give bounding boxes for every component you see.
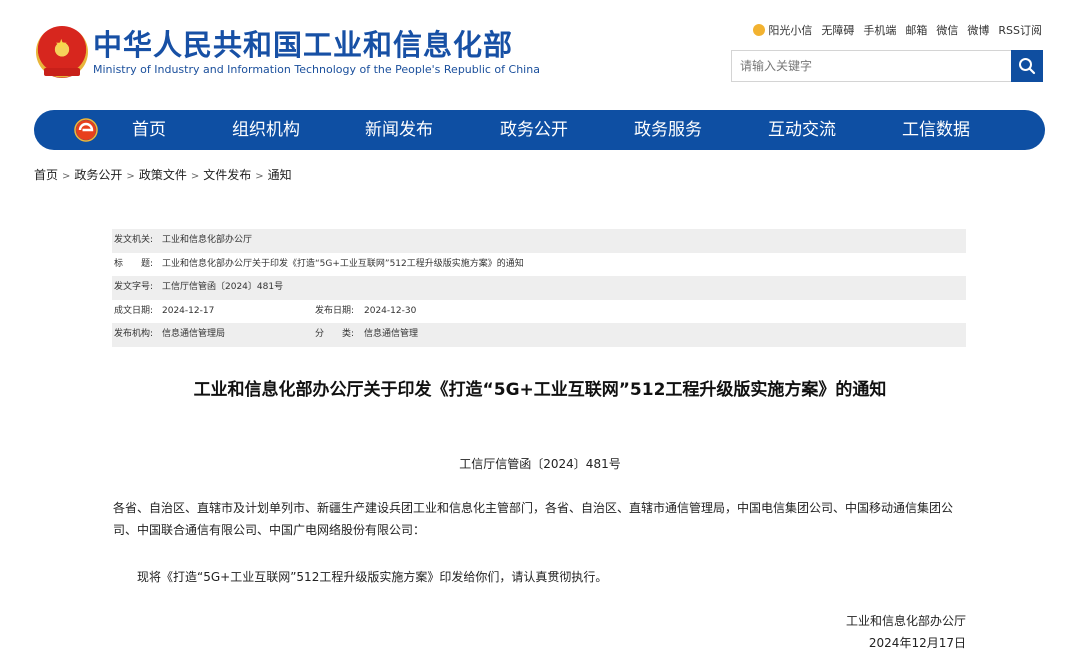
- info-row-issuer: 发文机关: 工业和信息化部办公厅: [112, 229, 966, 253]
- weibo-link[interactable]: 微博: [967, 22, 989, 38]
- nav-government-services[interactable]: 政务服务: [634, 110, 702, 150]
- nav-government-affairs[interactable]: 政务公开: [500, 110, 568, 150]
- info-row-docno: 发文字号: 工信厅信管函〔2024〕481号: [112, 276, 966, 300]
- search-input[interactable]: [732, 51, 1012, 81]
- issuer-label: 发文机关:: [114, 235, 154, 245]
- org-label: 发布机构:: [114, 329, 154, 340]
- nav-data[interactable]: 工信数据: [902, 110, 970, 150]
- breadcrumb-separator: >: [126, 171, 135, 182]
- breadcrumb-government-affairs[interactable]: 政务公开: [74, 168, 122, 182]
- info-row-org: 发布机构: 信息通信管理局 分 类: 信息通信管理: [112, 323, 966, 347]
- docno-value: 工信厅信管函〔2024〕481号: [162, 282, 284, 293]
- nav-news[interactable]: 新闻发布: [365, 110, 433, 150]
- article-date: 2024年12月17日: [868, 636, 966, 650]
- info-row-title: 标 题: 工业和信息化部办公厅关于印发《打造“5G+工业互联网”512工程升级版…: [112, 253, 966, 277]
- document-info-table: 发文机关: 工业和信息化部办公厅 标 题: 工业和信息化部办公厅关于印发《打造“…: [112, 229, 966, 347]
- wechat-link[interactable]: 微信: [936, 22, 958, 38]
- top-links: 阳光小信 无障碍 手机端 邮箱 微信 微博 RSS订阅: [753, 22, 1042, 38]
- rss-link[interactable]: RSS订阅: [998, 22, 1042, 38]
- nav-organization[interactable]: 组织机构: [232, 110, 300, 150]
- breadcrumb-separator: >: [255, 171, 264, 182]
- miit-logo-icon: [74, 118, 98, 142]
- nav-home[interactable]: 首页: [132, 110, 166, 150]
- article-doc-number: 工信厅信管函〔2024〕481号: [459, 457, 621, 471]
- info-row-dates: 成文日期: 2024-12-17 发布日期: 2024-12-30: [112, 300, 966, 324]
- site-subtitle: Ministry of Industry and Information Tec…: [93, 63, 540, 76]
- mailbox-link[interactable]: 邮箱: [905, 22, 927, 38]
- category-value: 信息通信管理: [364, 329, 419, 340]
- accessibility-link[interactable]: 无障碍: [821, 22, 854, 38]
- sunshine-link[interactable]: 阳光小信: [753, 22, 812, 38]
- nav-interaction[interactable]: 互动交流: [768, 110, 836, 150]
- breadcrumb: 首页 > 政务公开 > 政策文件 > 文件发布 > 通知: [34, 166, 292, 183]
- written-date-value: 2024-12-17: [162, 305, 215, 316]
- article-body: 现将《打造“5G+工业互联网”512工程升级版实施方案》印发给你们，请认真贯彻执…: [137, 570, 608, 584]
- published-date-value: 2024-12-30: [364, 305, 417, 316]
- breadcrumb-home[interactable]: 首页: [34, 168, 58, 182]
- sun-icon: [753, 24, 766, 36]
- breadcrumb-notice[interactable]: 通知: [268, 168, 292, 182]
- search-button[interactable]: [1011, 50, 1043, 82]
- search-box: [731, 50, 1043, 82]
- title-label: 标 题:: [114, 258, 154, 269]
- site-title[interactable]: 中华人民共和国工业和信息化部: [93, 28, 513, 62]
- breadcrumb-separator: >: [190, 171, 200, 182]
- site-header: ★ 中华人民共和国工业和信息化部 Ministry of Industry an…: [0, 0, 1080, 100]
- written-date-label: 成文日期:: [114, 305, 154, 316]
- article-signer: 工业和信息化部办公厅: [845, 614, 966, 628]
- docno-label: 发文字号:: [114, 282, 154, 293]
- national-emblem-icon: ★: [36, 26, 88, 78]
- breadcrumb-file-release[interactable]: 文件发布: [203, 168, 251, 182]
- sunshine-link-label: 阳光小信: [768, 24, 813, 37]
- category-label: 分 类:: [315, 329, 355, 340]
- mobile-link[interactable]: 手机端: [863, 22, 896, 38]
- main-nav: 首页 组织机构 新闻发布 政务公开 政务服务 互动交流 工信数据: [34, 110, 1045, 150]
- org-value: 信息通信管理局: [162, 329, 226, 340]
- article-title: 工业和信息化部办公厅关于印发《打造“5G+工业互联网”512工程升级版实施方案》…: [193, 380, 887, 400]
- issuer-value: 工业和信息化部办公厅: [162, 235, 253, 245]
- search-icon: [1019, 58, 1036, 75]
- breadcrumb-policy-documents[interactable]: 政策文件: [139, 168, 187, 182]
- breadcrumb-separator: >: [62, 171, 71, 182]
- published-date-label: 发布日期:: [315, 305, 355, 316]
- title-value: 工业和信息化部办公厅关于印发《打造“5G+工业互联网”512工程升级版实施方案》…: [162, 258, 524, 269]
- article-addressees: 各省、自治区、直辖市及计划单列市、新疆生产建设兵团工业和信息化主管部门，各省、自…: [113, 501, 954, 537]
